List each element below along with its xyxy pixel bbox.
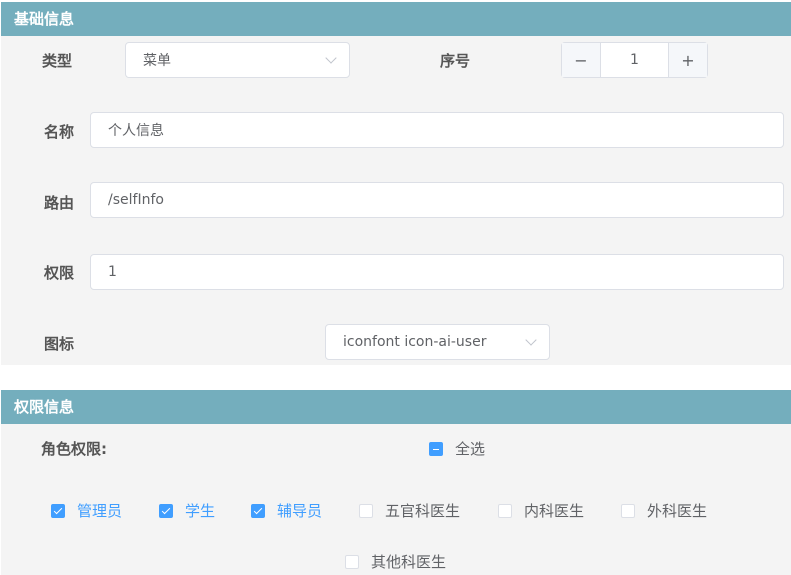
role-label: 五官科医生	[385, 502, 461, 520]
checkbox-checked-icon	[51, 503, 65, 518]
decrement-button[interactable]: −	[562, 43, 600, 77]
route-label: 路由	[44, 194, 75, 212]
section-header-basic: 基础信息	[1, 2, 791, 36]
type-value: 菜单	[143, 53, 171, 69]
order-stepper: − 1 +	[561, 42, 708, 78]
order-input[interactable]: 1	[600, 43, 669, 77]
permission-label: 权限	[44, 264, 75, 282]
checkbox-icon	[345, 554, 359, 569]
order-label: 序号	[440, 52, 471, 70]
basic-info-panel: 类型 菜单 序号 − 1 + 名称 个人信息 路由 /selfInfo 权限 1…	[1, 36, 791, 365]
role-label: 外科医生	[647, 502, 708, 520]
select-all-label: 全选	[455, 440, 486, 458]
chevron-down-icon	[525, 334, 537, 346]
role-label: 内科医生	[524, 502, 585, 520]
type-label: 类型	[42, 52, 73, 70]
role-permission-label: 角色权限:	[41, 440, 107, 458]
chevron-down-icon	[325, 52, 337, 64]
checkbox-indeterminate-icon	[429, 441, 443, 456]
role-label: 学生	[185, 502, 216, 520]
checkbox-icon	[498, 503, 512, 518]
role-checkbox[interactable]: 五官科医生	[359, 500, 460, 521]
name-label: 名称	[44, 123, 75, 141]
role-label: 辅导员	[277, 502, 323, 520]
section-header-permissions: 权限信息	[1, 390, 791, 424]
role-label: 管理员	[77, 502, 123, 520]
permission-input[interactable]: 1	[90, 254, 784, 290]
permissions-panel: 角色权限: 全选 管理员 学生 辅导员 五官科医生 内科医生 外科医生 其他科医…	[1, 424, 791, 575]
checkbox-icon	[621, 503, 635, 518]
role-checkbox[interactable]: 辅导员	[251, 500, 322, 521]
role-checkbox[interactable]: 管理员	[51, 500, 122, 521]
icon-label: 图标	[44, 335, 75, 353]
type-select[interactable]: 菜单	[125, 42, 350, 78]
role-checkbox[interactable]: 外科医生	[621, 500, 707, 521]
route-input[interactable]: /selfInfo	[90, 182, 784, 218]
role-checkbox[interactable]: 内科医生	[498, 500, 584, 521]
select-all-checkbox[interactable]: 全选	[429, 438, 485, 459]
checkbox-icon	[359, 503, 373, 518]
checkbox-checked-icon	[251, 503, 265, 518]
icon-select[interactable]: iconfont icon-ai-user	[325, 324, 550, 360]
name-input[interactable]: 个人信息	[90, 112, 784, 148]
role-checkbox[interactable]: 学生	[159, 500, 215, 521]
increment-button[interactable]: +	[669, 43, 707, 77]
checkbox-checked-icon	[159, 503, 173, 518]
role-label: 其他科医生	[371, 553, 447, 571]
icon-value: iconfont icon-ai-user	[343, 334, 487, 350]
role-checkbox[interactable]: 其他科医生	[345, 551, 446, 572]
